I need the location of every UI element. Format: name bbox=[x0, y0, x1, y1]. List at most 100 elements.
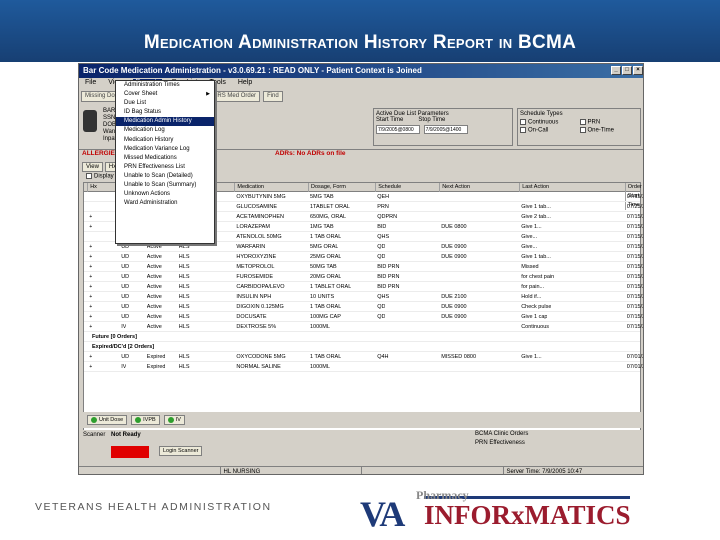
column-header[interactable]: Last Action bbox=[519, 183, 549, 192]
bcma-window: Bar Code Medication Administration - v3.… bbox=[78, 63, 644, 475]
cell-dose: 10 UNITS bbox=[310, 294, 335, 300]
cover-ivpb-button[interactable]: IVPB bbox=[131, 415, 160, 425]
minimize-icon[interactable]: _ bbox=[611, 66, 621, 75]
reports-menu-item[interactable]: Medication Variance Log bbox=[116, 145, 214, 154]
toolbar-find-button[interactable]: Find bbox=[263, 91, 283, 102]
table-row[interactable]: + UD Active HLS CARBIDOPA/LEVO 1 TABLET ORAL B… bbox=[84, 283, 643, 292]
cover-iv-button[interactable]: IV bbox=[163, 415, 185, 425]
logo-informatics: INFORxMATICS bbox=[424, 500, 631, 530]
cell-sched: QD bbox=[377, 244, 386, 250]
schedule-checkbox[interactable] bbox=[520, 119, 526, 125]
cover-sheet-bar: Unit Dose IVPB IV bbox=[79, 412, 643, 428]
reports-menu-item[interactable]: Administration Times bbox=[116, 81, 214, 90]
cell-med: NORMAL SALINE bbox=[236, 364, 281, 370]
cell-type: HLS bbox=[178, 304, 190, 310]
schedule-checkbox[interactable] bbox=[520, 126, 526, 133]
table-row[interactable]: + IV Active HLS DEXTROSE 5% 1000ML Continuous 0… bbox=[84, 323, 643, 332]
table-row[interactable]: + UD Active HLS INSULIN NPH 10 UNITS QHS DUE 21… bbox=[84, 293, 643, 302]
cell-status: UD bbox=[121, 244, 130, 250]
table-row[interactable]: + UD Active HLS DIGOXIN 0.125MG 1 TAB ORAL QD D… bbox=[84, 303, 643, 312]
reports-menu-item[interactable]: Medication Admin History bbox=[116, 117, 214, 127]
menu-file[interactable]: File bbox=[83, 79, 98, 88]
cell-ver: Active bbox=[146, 244, 162, 250]
reports-menu-item[interactable]: Medication History bbox=[116, 136, 214, 145]
table-row[interactable]: + UD Active HLS METOPROLOL 50MG TAB BID PRN Mis… bbox=[84, 263, 643, 272]
cell-dose: 650MG, ORAL bbox=[310, 214, 347, 220]
stop-time-select[interactable]: 7/9/2005@1400 bbox=[423, 125, 468, 134]
cell-last: Give... bbox=[521, 244, 538, 250]
column-header[interactable]: Medication bbox=[234, 183, 264, 192]
cell-start: 07/15/2006 bbox=[626, 284, 643, 290]
cell-start: 07/01/2006 bbox=[626, 364, 643, 370]
cell-dose: 1 TAB ORAL bbox=[310, 234, 342, 240]
login-scanner-button[interactable]: Login Scanner bbox=[159, 446, 203, 456]
table-row[interactable]: + UD Active HLS FUROSEMIDE 20MG ORAL BID PRN fo… bbox=[84, 273, 643, 282]
table-row[interactable]: + IV Expired HLS NORMAL SALINE 1000ML 07/01/20… bbox=[84, 363, 643, 372]
bottom-panel: Scanner Not Ready Login Scanner BCMA Cli… bbox=[79, 430, 643, 466]
cell-status: UD bbox=[121, 304, 130, 310]
status-dot-icon bbox=[91, 417, 97, 423]
logo-va: VA bbox=[360, 494, 405, 534]
status-dot-icon bbox=[167, 417, 174, 423]
cell-hx: + bbox=[89, 314, 93, 320]
status-cell bbox=[362, 467, 504, 474]
cell-hx: + bbox=[89, 254, 93, 260]
reports-menu-item[interactable]: Medication Log bbox=[116, 126, 214, 135]
cover-unit-dose-button[interactable]: Unit Dose bbox=[87, 415, 128, 425]
reports-menu-item[interactable]: Unable to Scan (Summary) bbox=[116, 181, 214, 190]
cell-next: DUE 0900 bbox=[441, 244, 467, 250]
cell-last: Give 1 tab... bbox=[521, 204, 551, 210]
tab-view[interactable]: View bbox=[82, 162, 103, 172]
cell-type: HLS bbox=[178, 324, 190, 330]
cell-ver: Active bbox=[146, 274, 162, 280]
column-header[interactable]: Hx bbox=[87, 183, 97, 192]
cell-status: IV bbox=[121, 324, 127, 330]
column-header[interactable]: Dosage, Form bbox=[308, 183, 346, 192]
cell-last: Check pulse bbox=[521, 304, 552, 310]
cell-dose: 100MG CAP bbox=[310, 314, 341, 320]
reports-menu-item[interactable]: Missed Medications bbox=[116, 154, 214, 163]
reports-menu-item[interactable]: PRN Effectiveness List bbox=[116, 163, 214, 172]
cell-sched: QEH bbox=[377, 194, 390, 200]
menu-help[interactable]: Help bbox=[236, 79, 254, 88]
cell-start: 07/15/2006 bbox=[626, 234, 643, 240]
cell-hx: + bbox=[89, 224, 93, 230]
cover-button-label: IVPB bbox=[143, 417, 156, 423]
schedule-type-on-call[interactable]: On-Call bbox=[520, 126, 579, 133]
reports-menu-item[interactable]: Cover Sheet bbox=[116, 90, 214, 99]
schedule-type-continuous[interactable]: Continuous bbox=[520, 119, 579, 126]
cell-dose: 1MG TAB bbox=[310, 224, 334, 230]
cell-type: HLS bbox=[178, 274, 190, 280]
schedule-type-prn[interactable]: PRN bbox=[579, 119, 639, 126]
cell-next: DUE 0900 bbox=[441, 254, 467, 260]
cell-start: 07/15/2006 bbox=[626, 314, 643, 320]
reports-menu-item[interactable]: ID Bag Status bbox=[116, 108, 214, 117]
column-header[interactable]: Schedule bbox=[375, 183, 401, 192]
close-icon[interactable]: × bbox=[633, 66, 643, 75]
start-time-select[interactable]: 7/9/2005@0800 bbox=[376, 125, 420, 134]
cell-type: HLS bbox=[178, 294, 190, 300]
scanner-status: Not Ready bbox=[111, 432, 141, 438]
table-row[interactable]: + UD Active HLS DOCUSATE 100MG CAP QD DUE 0900 G… bbox=[84, 313, 643, 322]
reports-menu-item[interactable]: Unable to Scan (Detailed) bbox=[116, 172, 214, 181]
schedule-checkbox[interactable] bbox=[579, 126, 586, 133]
cell-sched: BID bbox=[377, 224, 387, 230]
cell-status: UD bbox=[121, 314, 130, 320]
schedule-checkbox[interactable] bbox=[579, 119, 586, 125]
expired-section[interactable]: Expired/DC'd [2 Orders] bbox=[84, 343, 640, 352]
table-row[interactable]: + UD Active HLS WARFARIN 5MG ORAL QD DUE 0900 Gi… bbox=[84, 243, 643, 252]
reports-menu-item[interactable]: Unknown Actions bbox=[116, 190, 214, 199]
table-row[interactable]: + UD Active HLS HYDROXYZINE 25MG ORAL QD DUE 09… bbox=[84, 253, 643, 262]
display-active-checkbox[interactable] bbox=[86, 173, 92, 179]
reports-menu-item[interactable]: Ward Administration bbox=[116, 199, 214, 208]
table-row[interactable]: + UD Expired HLS OXYCODONE 5MG 1 TAB ORAL Q4H M… bbox=[84, 353, 643, 362]
column-header[interactable]: Next Action bbox=[439, 183, 470, 192]
reports-menu-item[interactable]: Due List bbox=[116, 99, 214, 108]
maximize-icon[interactable]: □ bbox=[622, 66, 632, 75]
future-section[interactable]: Future [0 Orders] bbox=[84, 333, 640, 342]
cell-type: HLS bbox=[178, 314, 190, 320]
prn-effectiveness-label: PRN Effectiveness bbox=[475, 440, 525, 446]
cell-start: 07/15/2006 bbox=[626, 264, 643, 270]
patient-icon bbox=[83, 110, 97, 132]
schedule-type-one-time[interactable]: One-Time bbox=[579, 126, 639, 133]
